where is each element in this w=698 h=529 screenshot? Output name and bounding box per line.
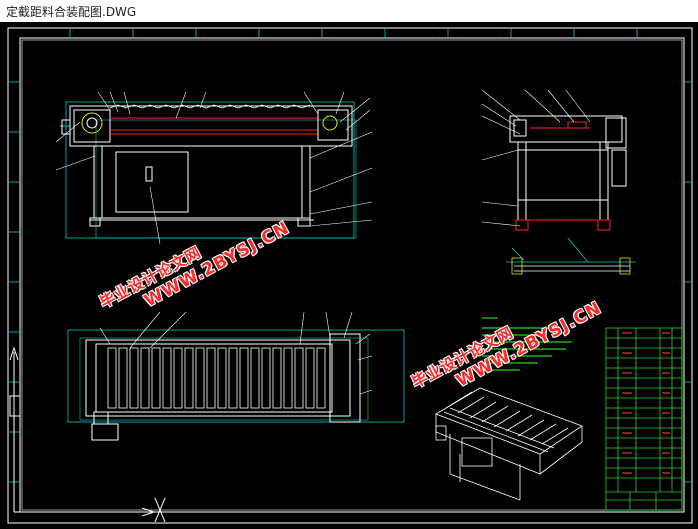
section-detail (506, 237, 636, 275)
isometric-view (435, 387, 583, 501)
front-view (60, 101, 357, 239)
front-view-leaders (55, 91, 373, 245)
side-view-leaders (481, 89, 591, 227)
side-view (509, 115, 627, 231)
window-title: 定截距料合装配图.DWG (6, 5, 137, 19)
top-view-slats (107, 347, 326, 409)
window-titlebar: 定截距料合装配图.DWG (0, 0, 698, 22)
top-view (67, 329, 405, 441)
ucs-axis-icon (9, 346, 166, 523)
parts-list-table (605, 327, 683, 511)
drawing-svg (7, 27, 693, 524)
parts-list-entries (622, 332, 670, 474)
cad-drawing-canvas[interactable]: 毕业设计论文网 WWW.2BYSJ.CN 毕业设计论文网 WWW.2BYSJ.C… (0, 22, 698, 529)
